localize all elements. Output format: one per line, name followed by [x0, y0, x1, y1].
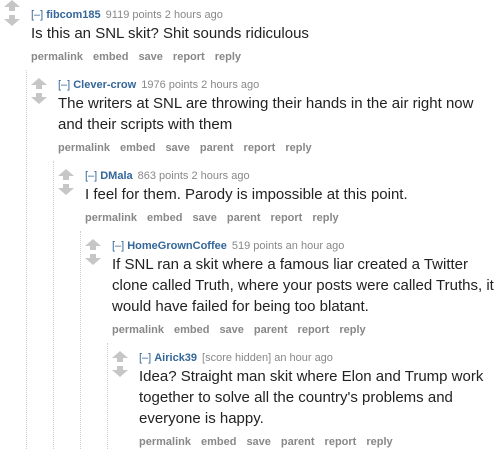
collapse-toggle[interactable]: [–] — [112, 240, 124, 252]
comment-dmala: [–] DMala 863 points 2 hours ago I feel fo… — [58, 169, 499, 449]
score-and-time: 863 points 2 hours ago — [137, 170, 250, 182]
comment-homegrowncoffee: [–] HomeGrownCoffee 519 points an hour ago… — [85, 239, 499, 449]
down-arrow-icon[interactable] — [58, 184, 74, 195]
save-button[interactable]: save — [165, 142, 189, 154]
up-arrow-icon[interactable] — [112, 351, 128, 362]
author-link[interactable]: Clever-crow — [73, 79, 136, 91]
child-comments: [–] Airick39 [score hidden] an hour ago Id… — [107, 343, 499, 449]
up-arrow-icon[interactable] — [85, 239, 101, 250]
parent-button[interactable]: parent — [227, 212, 261, 224]
comment-tagline: [–] fibcom185 9119 points 2 hours ago — [31, 8, 499, 22]
embed-button[interactable]: embed — [174, 324, 209, 336]
comment-text: Is this an SNL skit? Shit sounds ridicul… — [31, 25, 309, 42]
comment-body: [–] HomeGrownCoffee 519 points an hour ago… — [112, 239, 499, 337]
child-comments: [–] DMala 863 points 2 hours ago I feel fo… — [53, 161, 499, 449]
comment-body: [–] Airick39 [score hidden] an hour ago Id… — [139, 351, 499, 449]
comment-tagline: [–] HomeGrownCoffee 519 points an hour ago — [112, 239, 499, 253]
embed-button[interactable]: embed — [147, 212, 182, 224]
up-arrow-icon[interactable] — [31, 78, 47, 89]
up-arrow-icon[interactable] — [58, 169, 74, 180]
down-arrow-icon[interactable] — [4, 15, 20, 26]
parent-button[interactable]: parent — [281, 436, 315, 448]
save-button[interactable]: save — [246, 436, 270, 448]
embed-button[interactable]: embed — [201, 436, 236, 448]
author-link[interactable]: fibcom185 — [46, 9, 100, 21]
child-comments: [–] Clever-crow 1976 points 2 hours ago Th… — [26, 70, 499, 449]
comment-airick39: [–] Airick39 [score hidden] an hour ago Id… — [112, 351, 499, 449]
vote-controls — [112, 351, 128, 377]
comment-fibcom185: [–] fibcom185 9119 points 2 hours ago Is t… — [4, 0, 499, 449]
report-button[interactable]: report — [173, 51, 205, 63]
reply-button[interactable]: reply — [366, 436, 392, 448]
parent-button[interactable]: parent — [254, 324, 288, 336]
score-and-time: 519 points an hour ago — [231, 240, 345, 252]
parent-button[interactable]: parent — [200, 142, 234, 154]
vote-controls — [85, 239, 101, 265]
permalink-button[interactable]: permalink — [112, 324, 164, 336]
author-link[interactable]: DMala — [100, 170, 132, 182]
comment-tagline: [–] Clever-crow 1976 points 2 hours ago — [58, 78, 499, 92]
comment-body: [–] fibcom185 9119 points 2 hours ago Is t… — [31, 8, 499, 64]
save-button[interactable]: save — [219, 324, 243, 336]
score-and-time: [score hidden] an hour ago — [202, 352, 333, 364]
collapse-toggle[interactable]: [–] — [85, 170, 97, 182]
score-and-time: 1976 points 2 hours ago — [141, 79, 260, 91]
reply-button[interactable]: reply — [285, 142, 311, 154]
down-arrow-icon[interactable] — [31, 93, 47, 104]
reply-button[interactable]: reply — [312, 212, 338, 224]
comment-text: The writers at SNL are throwing their ha… — [58, 95, 474, 133]
comment-text: Idea? Straight man skit where Elon and T… — [139, 368, 484, 427]
collapse-toggle[interactable]: [–] — [58, 79, 70, 91]
vote-controls — [58, 169, 74, 195]
down-arrow-icon[interactable] — [85, 254, 101, 265]
report-button[interactable]: report — [325, 436, 357, 448]
comment-buttons: permalink embed save parent report reply — [139, 435, 499, 449]
comment-tagline: [–] DMala 863 points 2 hours ago — [85, 169, 499, 183]
report-button[interactable]: report — [298, 324, 330, 336]
permalink-button[interactable]: permalink — [31, 51, 83, 63]
embed-button[interactable]: embed — [120, 142, 155, 154]
vote-controls — [4, 0, 20, 26]
comment-clever-crow: [–] Clever-crow 1976 points 2 hours ago Th… — [31, 78, 499, 449]
child-comments: [–] HomeGrownCoffee 519 points an hour ago… — [80, 231, 499, 449]
save-button[interactable]: save — [138, 51, 162, 63]
comment-tagline: [–] Airick39 [score hidden] an hour ago — [139, 351, 499, 365]
score-and-time: 9119 points 2 hours ago — [105, 9, 223, 21]
comment-buttons: permalink embed save parent report reply — [58, 141, 499, 155]
down-arrow-icon[interactable] — [112, 366, 128, 377]
comment-buttons: permalink embed save parent report reply — [112, 323, 499, 337]
comment-text: If SNL ran a skit where a famous liar cr… — [112, 256, 494, 315]
comment-buttons: permalink embed save report reply — [31, 50, 499, 64]
permalink-button[interactable]: permalink — [58, 142, 110, 154]
embed-button[interactable]: embed — [93, 51, 128, 63]
collapse-toggle[interactable]: [–] — [139, 352, 151, 364]
vote-controls — [31, 78, 47, 104]
up-arrow-icon[interactable] — [4, 0, 20, 11]
collapse-toggle[interactable]: [–] — [31, 9, 43, 21]
comment-body: [–] Clever-crow 1976 points 2 hours ago Th… — [58, 78, 499, 155]
author-link[interactable]: HomeGrownCoffee — [127, 240, 227, 252]
comment-text: I feel for them. Parody is impossible at… — [85, 186, 408, 203]
report-button[interactable]: report — [244, 142, 276, 154]
reply-button[interactable]: reply — [339, 324, 365, 336]
comment-buttons: permalink embed save parent report reply — [85, 211, 499, 225]
comment-body: [–] DMala 863 points 2 hours ago I feel fo… — [85, 169, 499, 225]
permalink-button[interactable]: permalink — [139, 436, 191, 448]
report-button[interactable]: report — [271, 212, 303, 224]
comment-thread: [–] fibcom185 9119 points 2 hours ago Is t… — [0, 0, 499, 449]
reply-button[interactable]: reply — [215, 51, 241, 63]
permalink-button[interactable]: permalink — [85, 212, 137, 224]
author-link[interactable]: Airick39 — [154, 352, 197, 364]
save-button[interactable]: save — [192, 212, 216, 224]
